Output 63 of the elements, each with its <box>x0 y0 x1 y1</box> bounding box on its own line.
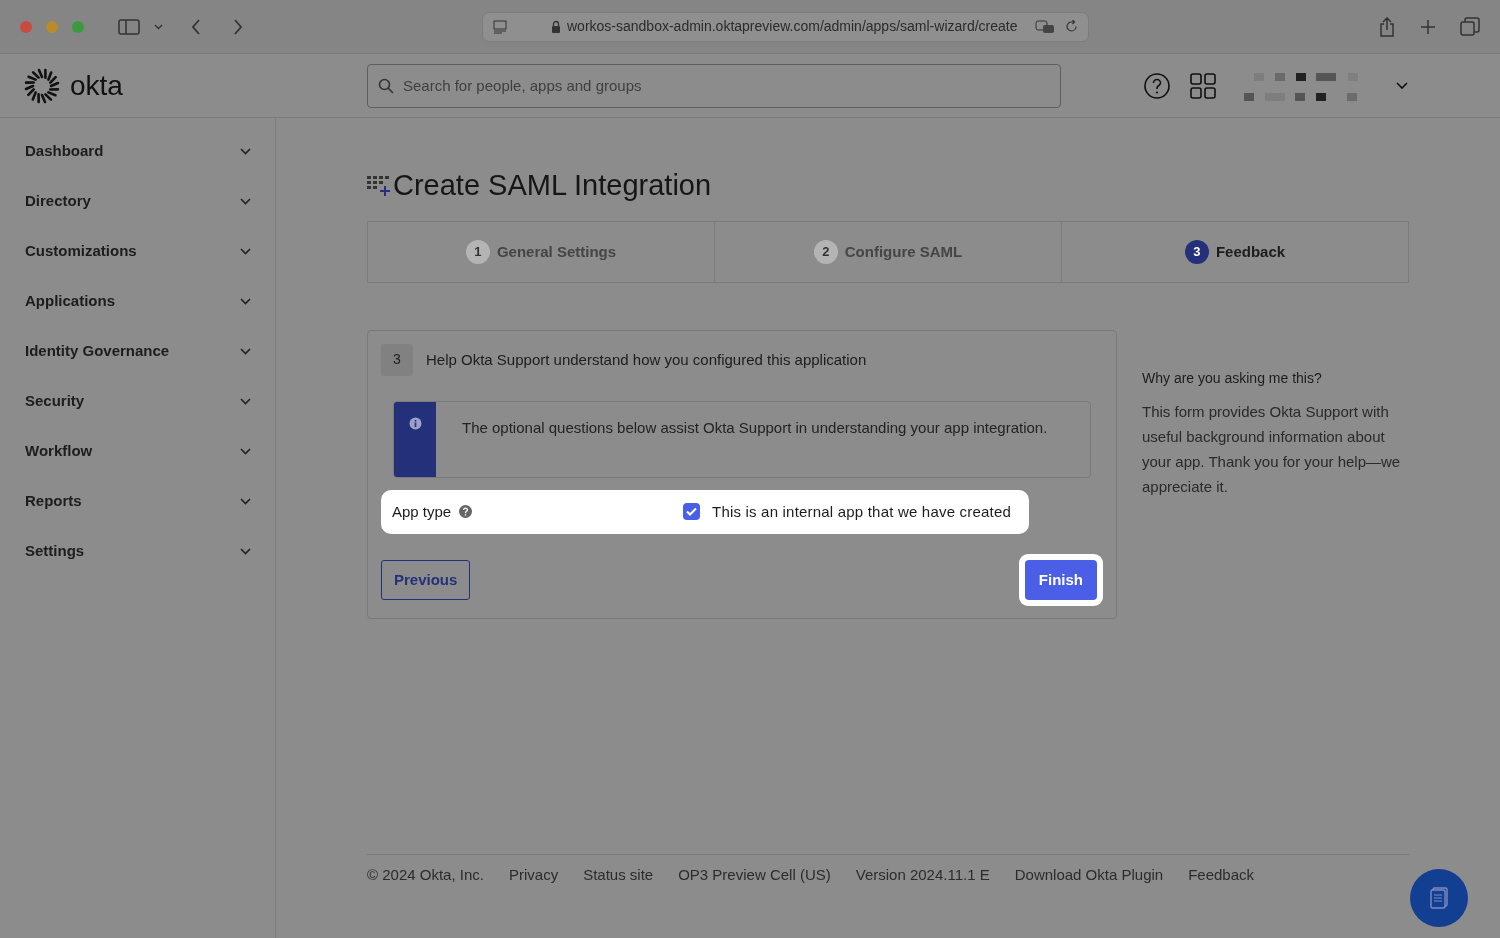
footer-link[interactable]: Status site <box>583 863 654 887</box>
back-icon[interactable] <box>191 18 201 35</box>
previous-button[interactable]: Previous <box>381 559 471 600</box>
info-icon <box>408 416 422 430</box>
account-pixel-drawing[interactable] <box>1244 70 1360 101</box>
chevron-down-icon <box>240 297 251 305</box>
chevron-down-icon <box>240 547 251 555</box>
footer-link[interactable]: OP3 Preview Cell (US) <box>678 863 831 887</box>
sidebar-item[interactable]: Dashboard <box>0 126 275 176</box>
page-title: Create SAML Integration <box>393 168 712 203</box>
sidebar-item[interactable]: Workflow <box>0 426 275 476</box>
chevron-down-icon <box>240 397 251 405</box>
info-text: The optional questions below assist Okta Support in understanding your app integration. <box>461 417 1049 438</box>
sidebar-item[interactable]: Security <box>0 376 275 426</box>
sidebar-item[interactable]: Identity Governance <box>0 326 275 376</box>
notes-button[interactable] <box>1410 869 1468 927</box>
app-grid-add-icon <box>367 173 391 198</box>
sidebar-item[interactable]: Applications <box>0 276 275 326</box>
footer-link[interactable]: Feedback <box>1188 863 1255 887</box>
reload-icon[interactable] <box>1065 20 1078 33</box>
tabs-overview-icon[interactable] <box>1460 16 1480 37</box>
chevron-down-icon[interactable] <box>1396 81 1408 90</box>
help-icon[interactable] <box>459 505 473 519</box>
forward-icon[interactable] <box>233 18 243 35</box>
apps-grid-icon[interactable] <box>1190 72 1216 99</box>
wizard-step-tab[interactable]: 3 Feedback <box>1062 221 1408 282</box>
help-title: Why are you asking me this? <box>1142 368 1323 388</box>
help-text: This form provides Okta Support with useful background information about your app. Thank you for your help—we appreciate it. <box>1142 401 1402 497</box>
checkbox[interactable] <box>683 503 700 521</box>
checkbox-label[interactable]: This is an internal app that we have created <box>712 500 1011 524</box>
url-text: workos-sandbox-admin.oktapreview.com/admin/apps/saml-wizard/create <box>567 17 1018 36</box>
page-icon <box>493 19 507 34</box>
chevron-down-icon <box>240 197 251 205</box>
section-number: 3 <box>381 343 413 376</box>
field-label: App type <box>392 501 452 522</box>
sidebar-toggle-icon[interactable] <box>118 18 140 35</box>
logo-text: okta <box>70 68 123 103</box>
footer-link[interactable]: Download Okta Plugin <box>1014 863 1164 887</box>
sidebar-item[interactable]: Directory <box>0 176 275 226</box>
sidebar-item[interactable]: Settings <box>0 526 275 576</box>
chevron-down-icon <box>240 347 251 355</box>
chevron-down-icon <box>240 447 251 455</box>
finish-button[interactable]: Finish <box>1024 559 1097 600</box>
share-icon[interactable] <box>1378 16 1396 37</box>
section-title: Help Okta Support understand how you configured this application <box>426 349 867 370</box>
footer-link[interactable]: Version 2024.11.1 E <box>855 863 990 887</box>
chevron-down-icon <box>240 147 251 155</box>
wizard-step-tab[interactable]: 2 Configure SAML <box>715 221 1062 282</box>
chevron-down-icon <box>240 247 251 255</box>
chevron-down-icon[interactable] <box>154 23 163 30</box>
help-icon[interactable] <box>1144 72 1170 99</box>
sidebar-item[interactable]: Reports <box>0 476 275 526</box>
copyright-text: © 2024 Okta, Inc. <box>367 864 484 885</box>
sidebar-item[interactable]: Customizations <box>0 226 275 276</box>
footer-link[interactable]: Privacy <box>508 863 559 887</box>
document-icon <box>1430 887 1448 909</box>
new-tab-icon[interactable] <box>1420 18 1436 35</box>
logo-icon <box>24 67 60 104</box>
wizard-step-tab[interactable]: 1 General Settings <box>368 221 715 282</box>
address-bar[interactable]: workos-sandbox-admin.oktapreview.com/admin/apps/saml-wizard/create <box>482 11 1089 42</box>
search-field[interactable]: Search for people, apps and groups <box>367 63 1061 108</box>
chevron-down-icon <box>240 497 251 505</box>
lock-icon <box>551 20 561 33</box>
